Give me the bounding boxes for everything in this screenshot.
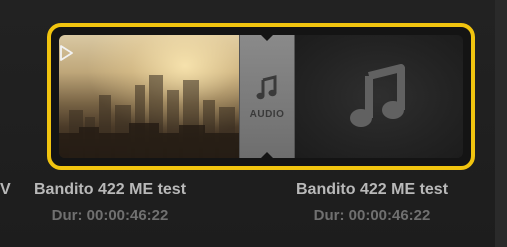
clip-label-2: Bandito 422 ME test Dur: 00:00:46:22	[272, 181, 472, 224]
clip-thumbnail-selected[interactable]: AUDIO	[47, 23, 475, 170]
scrollbar-track[interactable]	[495, 0, 507, 247]
play-icon[interactable]	[59, 45, 73, 61]
clip-thumbnail-frame: AUDIO	[59, 35, 463, 158]
audio-tab: AUDIO	[239, 35, 295, 158]
audio-tab-notch-bottom	[261, 152, 273, 158]
video-thumbnail	[59, 35, 239, 158]
clip-name: Bandito 422 ME test	[295, 181, 449, 198]
clip-label-1: Bandito 422 ME test Dur: 00:00:46:22	[10, 181, 210, 224]
audio-thumbnail	[295, 35, 463, 158]
audio-badge: AUDIO	[249, 109, 285, 120]
audio-tab-notch-top	[261, 35, 273, 41]
clip-name: Bandito 422 ME test	[33, 181, 187, 198]
music-note-icon	[350, 63, 405, 127]
clip-duration: Dur: 00:00:46:22	[51, 207, 169, 224]
city-skyline-image	[59, 75, 239, 158]
clip-duration: Dur: 00:00:46:22	[313, 207, 431, 224]
music-note-icon	[256, 75, 277, 100]
